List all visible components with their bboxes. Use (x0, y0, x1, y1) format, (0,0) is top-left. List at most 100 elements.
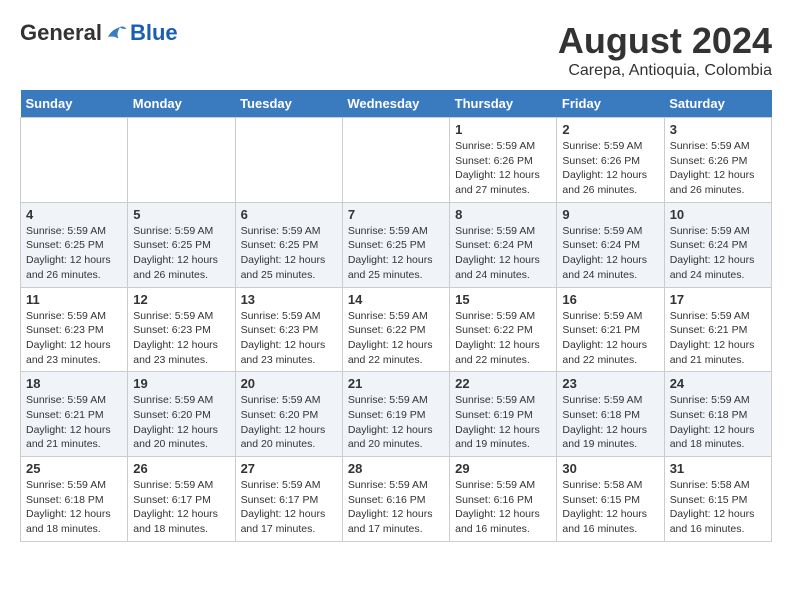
day-number: 10 (670, 207, 766, 222)
day-info: Sunrise: 5:59 AMSunset: 6:16 PMDaylight:… (455, 478, 551, 537)
day-cell: 5 Sunrise: 5:59 AMSunset: 6:25 PMDaylight… (128, 202, 235, 287)
day-cell: 28Sunrise: 5:59 AMSunset: 6:16 PMDayligh… (342, 457, 449, 542)
week-row-4: 18Sunrise: 5:59 AMSunset: 6:21 PMDayligh… (21, 372, 772, 457)
logo: General Blue (20, 20, 178, 46)
weekday-header-tuesday: Tuesday (235, 90, 342, 118)
page-header: General Blue August 2024 Carepa, Antioqu… (20, 20, 772, 80)
weekday-header-thursday: Thursday (450, 90, 557, 118)
day-cell: 25 Sunrise: 5:59 AMSunset: 6:18 PMDayligh… (21, 457, 128, 542)
weekday-header-saturday: Saturday (664, 90, 771, 118)
day-number: 31 (670, 461, 766, 476)
week-row-2: 4 Sunrise: 5:59 AMSunset: 6:25 PMDaylight… (21, 202, 772, 287)
day-info: Sunrise: 5:59 AMSunset: 6:22 PMDaylight:… (348, 309, 444, 368)
day-number: 14 (348, 292, 444, 307)
day-cell: 27Sunrise: 5:59 AMSunset: 6:17 PMDayligh… (235, 457, 342, 542)
day-number: 25 (26, 461, 122, 476)
logo-general-text: General (20, 20, 102, 46)
day-info: Sunrise: 5:59 AMSunset: 6:23 PMDaylight:… (26, 309, 122, 368)
day-number: 23 (562, 376, 658, 391)
day-number: 19 (133, 376, 229, 391)
day-number: 16 (562, 292, 658, 307)
day-cell: 17 Sunrise: 5:59 AMSunset: 6:21 PMDayligh… (664, 287, 771, 372)
day-number: 30 (562, 461, 658, 476)
day-info: Sunrise: 5:59 AMSunset: 6:18 PMDaylight:… (562, 393, 658, 452)
month-year-title: August 2024 (558, 20, 772, 62)
day-cell: 24 Sunrise: 5:59 AMSunset: 6:18 PMDayligh… (664, 372, 771, 457)
day-info: Sunrise: 5:58 AMSunset: 6:15 PMDaylight:… (670, 478, 766, 537)
day-cell: 1 Sunrise: 5:59 AMSunset: 6:26 PMDaylight… (450, 118, 557, 203)
day-cell: 6 Sunrise: 5:59 AMSunset: 6:25 PMDaylight… (235, 202, 342, 287)
day-number: 22 (455, 376, 551, 391)
weekday-header-sunday: Sunday (21, 90, 128, 118)
day-cell (21, 118, 128, 203)
day-info: Sunrise: 5:59 AMSunset: 6:24 PMDaylight:… (562, 224, 658, 283)
day-cell: 11 Sunrise: 5:59 AMSunset: 6:23 PMDayligh… (21, 287, 128, 372)
day-info: Sunrise: 5:59 AMSunset: 6:24 PMDaylight:… (670, 224, 766, 283)
day-number: 12 (133, 292, 229, 307)
day-number: 13 (241, 292, 337, 307)
location-text: Carepa, Antioquia, Colombia (558, 62, 772, 80)
logo-bird-icon (104, 21, 128, 45)
day-cell: 23 Sunrise: 5:59 AMSunset: 6:18 PMDayligh… (557, 372, 664, 457)
day-info: Sunrise: 5:59 AMSunset: 6:23 PMDaylight:… (133, 309, 229, 368)
day-cell: 8 Sunrise: 5:59 AMSunset: 6:24 PMDaylight… (450, 202, 557, 287)
logo-blue-text: Blue (130, 20, 178, 46)
day-number: 15 (455, 292, 551, 307)
day-cell: 26Sunrise: 5:59 AMSunset: 6:17 PMDayligh… (128, 457, 235, 542)
day-cell: 3Sunrise: 5:59 AMSunset: 6:26 PMDaylight… (664, 118, 771, 203)
day-number: 6 (241, 207, 337, 222)
day-cell: 20Sunrise: 5:59 AMSunset: 6:20 PMDayligh… (235, 372, 342, 457)
week-row-1: 1 Sunrise: 5:59 AMSunset: 6:26 PMDaylight… (21, 118, 772, 203)
day-cell: 18Sunrise: 5:59 AMSunset: 6:21 PMDayligh… (21, 372, 128, 457)
day-cell: 9 Sunrise: 5:59 AMSunset: 6:24 PMDaylight… (557, 202, 664, 287)
day-number: 4 (26, 207, 122, 222)
day-info: Sunrise: 5:59 AMSunset: 6:21 PMDaylight:… (26, 393, 122, 452)
day-info: Sunrise: 5:58 AMSunset: 6:15 PMDaylight:… (562, 478, 658, 537)
day-info: Sunrise: 5:59 AMSunset: 6:25 PMDaylight:… (133, 224, 229, 283)
day-number: 11 (26, 292, 122, 307)
day-cell: 22Sunrise: 5:59 AMSunset: 6:19 PMDayligh… (450, 372, 557, 457)
week-row-5: 25 Sunrise: 5:59 AMSunset: 6:18 PMDayligh… (21, 457, 772, 542)
title-area: August 2024 Carepa, Antioquia, Colombia (558, 20, 772, 80)
day-cell: 14 Sunrise: 5:59 AMSunset: 6:22 PMDayligh… (342, 287, 449, 372)
day-info: Sunrise: 5:59 AMSunset: 6:18 PMDaylight:… (26, 478, 122, 537)
day-cell: 21Sunrise: 5:59 AMSunset: 6:19 PMDayligh… (342, 372, 449, 457)
day-info: Sunrise: 5:59 AMSunset: 6:21 PMDaylight:… (562, 309, 658, 368)
day-number: 5 (133, 207, 229, 222)
day-number: 24 (670, 376, 766, 391)
day-info: Sunrise: 5:59 AMSunset: 6:21 PMDaylight:… (670, 309, 766, 368)
day-cell: 2 Sunrise: 5:59 AMSunset: 6:26 PMDaylight… (557, 118, 664, 203)
day-number: 21 (348, 376, 444, 391)
day-cell: 4 Sunrise: 5:59 AMSunset: 6:25 PMDaylight… (21, 202, 128, 287)
day-number: 27 (241, 461, 337, 476)
day-info: Sunrise: 5:59 AMSunset: 6:25 PMDaylight:… (241, 224, 337, 283)
weekday-header-monday: Monday (128, 90, 235, 118)
day-number: 17 (670, 292, 766, 307)
week-row-3: 11 Sunrise: 5:59 AMSunset: 6:23 PMDayligh… (21, 287, 772, 372)
day-cell: 15 Sunrise: 5:59 AMSunset: 6:22 PMDayligh… (450, 287, 557, 372)
day-info: Sunrise: 5:59 AMSunset: 6:25 PMDaylight:… (26, 224, 122, 283)
day-cell: 16 Sunrise: 5:59 AMSunset: 6:21 PMDayligh… (557, 287, 664, 372)
day-info: Sunrise: 5:59 AMSunset: 6:25 PMDaylight:… (348, 224, 444, 283)
day-info: Sunrise: 5:59 AMSunset: 6:26 PMDaylight:… (562, 139, 658, 198)
day-info: Sunrise: 5:59 AMSunset: 6:22 PMDaylight:… (455, 309, 551, 368)
day-info: Sunrise: 5:59 AMSunset: 6:24 PMDaylight:… (455, 224, 551, 283)
day-number: 2 (562, 122, 658, 137)
day-number: 8 (455, 207, 551, 222)
day-number: 28 (348, 461, 444, 476)
day-cell (128, 118, 235, 203)
day-info: Sunrise: 5:59 AMSunset: 6:26 PMDaylight:… (455, 139, 551, 198)
day-number: 9 (562, 207, 658, 222)
weekday-header-wednesday: Wednesday (342, 90, 449, 118)
day-cell: 19 Sunrise: 5:59 AMSunset: 6:20 PMDayligh… (128, 372, 235, 457)
day-number: 1 (455, 122, 551, 137)
weekday-header-friday: Friday (557, 90, 664, 118)
day-info: Sunrise: 5:59 AMSunset: 6:20 PMDaylight:… (133, 393, 229, 452)
day-info: Sunrise: 5:59 AMSunset: 6:18 PMDaylight:… (670, 393, 766, 452)
day-cell: 13Sunrise: 5:59 AMSunset: 6:23 PMDayligh… (235, 287, 342, 372)
day-number: 3 (670, 122, 766, 137)
day-cell: 30 Sunrise: 5:58 AMSunset: 6:15 PMDayligh… (557, 457, 664, 542)
day-info: Sunrise: 5:59 AMSunset: 6:20 PMDaylight:… (241, 393, 337, 452)
day-number: 29 (455, 461, 551, 476)
day-info: Sunrise: 5:59 AMSunset: 6:17 PMDaylight:… (133, 478, 229, 537)
